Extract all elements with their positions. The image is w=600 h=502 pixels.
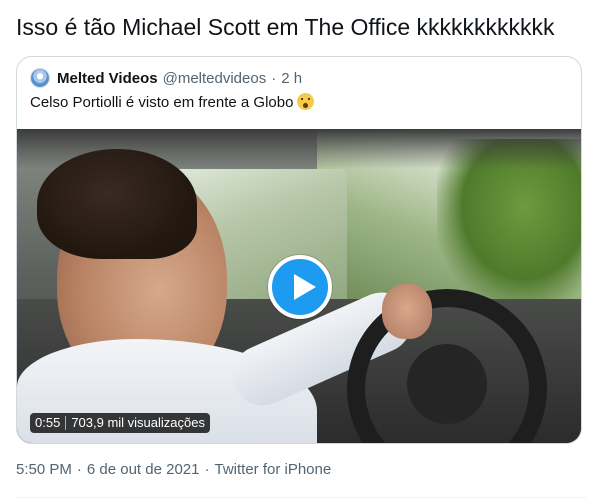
video-views: 703,9 mil visualizações [71, 415, 205, 430]
quoted-tweet-text-content: Celso Portiolli é visto em frente a Glob… [30, 94, 294, 111]
quoted-tweet-time[interactable]: 2 h [281, 70, 302, 87]
avatar[interactable] [30, 68, 50, 88]
video-frame-hand [382, 284, 432, 339]
meta-separator: · [76, 461, 82, 478]
video-frame-hair [37, 149, 197, 259]
video-frame-wheel-hub [407, 344, 487, 424]
video-player[interactable]: 0:55 703,9 mil visualizações [17, 129, 581, 443]
video-info-badge: 0:55 703,9 mil visualizações [30, 413, 210, 433]
tweet-timestamp[interactable]: 5:50 PM [16, 461, 72, 478]
quoted-tweet-card[interactable]: Melted Videos @meltedvideos · 2 h Celso … [16, 56, 582, 444]
tweet-text: Isso é tão Michael Scott em The Office k… [16, 14, 555, 40]
tweet-date[interactable]: 6 de out de 2021 [87, 461, 200, 478]
divider [16, 497, 586, 498]
quoted-author-handle[interactable]: @meltedvideos [163, 70, 267, 87]
quoted-author-name[interactable]: Melted Videos [57, 70, 158, 87]
video-duration: 0:55 [35, 415, 61, 430]
header-separator: · [271, 69, 277, 87]
play-icon[interactable] [268, 255, 332, 319]
tweet-source[interactable]: Twitter for iPhone [214, 461, 331, 478]
quoted-tweet-text: Celso Portiolli é visto em frente a Glob… [30, 93, 315, 113]
meta-separator: · [204, 461, 210, 478]
quoted-tweet-header: Melted Videos @meltedvideos · 2 h [30, 67, 302, 89]
tweet-metadata: 5:50 PM · 6 de out de 2021 · Twitter for… [16, 461, 331, 478]
astonished-face-icon [297, 93, 315, 110]
